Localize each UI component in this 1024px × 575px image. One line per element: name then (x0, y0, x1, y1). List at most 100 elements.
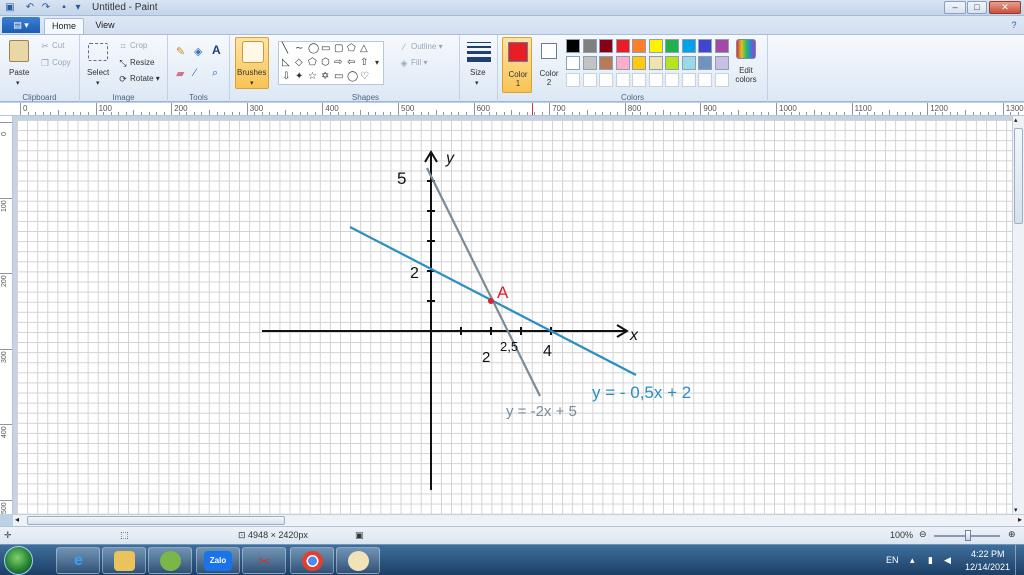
callout-rect-shape-icon[interactable]: ▭ (334, 72, 343, 82)
taskbar-zalo[interactable]: Zalo (196, 547, 240, 574)
diamond-shape-icon[interactable]: ◇ (295, 58, 303, 68)
up-arrow-shape-icon[interactable]: ⇧ (360, 58, 368, 68)
scroll-down-icon[interactable]: ▾ (1014, 506, 1018, 514)
five-point-star-shape-icon[interactable]: ☆ (308, 72, 317, 82)
language-indicator[interactable]: EN (886, 555, 899, 565)
horizontal-scroll-thumb[interactable] (27, 516, 285, 525)
show-desktop-button[interactable] (1015, 545, 1024, 575)
tab-view[interactable]: View (88, 18, 122, 34)
magnifier-icon[interactable]: ⌕ (212, 67, 218, 80)
right-arrow-shape-icon[interactable]: ⇨ (334, 58, 342, 68)
taskbar-chrome[interactable] (290, 547, 334, 574)
palette-swatch[interactable] (698, 56, 712, 70)
close-button[interactable]: ✕ (989, 1, 1021, 14)
brushes-button[interactable]: Brushes ▾ (235, 37, 269, 89)
palette-swatch[interactable] (714, 39, 729, 53)
help-icon[interactable]: ? (1008, 19, 1020, 31)
palette-swatch[interactable] (665, 39, 679, 53)
palette-swatch[interactable] (615, 39, 630, 53)
palette-swatch[interactable] (615, 56, 630, 70)
taskbar-windows-explorer[interactable] (102, 547, 146, 574)
palette-swatch[interactable] (648, 56, 663, 70)
size-lines-icon[interactable] (467, 42, 491, 62)
volume-icon[interactable]: ◀ (944, 555, 951, 566)
edit-colors-button[interactable]: Edit colors (733, 66, 759, 84)
palette-swatch[interactable] (681, 39, 696, 53)
line-shape-icon[interactable]: ╲ (282, 44, 288, 54)
custom-color-slot[interactable] (599, 73, 613, 87)
palette-swatch[interactable] (582, 39, 597, 53)
pencil-icon[interactable]: ✎ (176, 45, 185, 58)
redo-icon[interactable]: ↷ (40, 2, 52, 14)
palette-swatch[interactable] (582, 56, 597, 70)
palette-swatch[interactable] (698, 39, 712, 53)
clock-time[interactable]: 4:22 PM (971, 549, 1005, 559)
color-2-button[interactable]: Color 2 (534, 37, 564, 93)
right-triangle-shape-icon[interactable]: ◺ (282, 58, 290, 68)
shapes-gallery[interactable]: ╲ ∼ ◯ ▭ ▢ ⬠ △ ◺ ◇ ⬠ ⬡ ⇨ ⇦ ⇧ ⇩ ✦ ☆ ✡ ▭ ◯ … (278, 41, 384, 85)
palette-swatch[interactable] (632, 56, 646, 70)
tray-expand-icon[interactable]: ▴ (910, 555, 915, 566)
crop-button[interactable]: ⌗ Crop (118, 41, 147, 51)
six-point-star-shape-icon[interactable]: ✡ (321, 72, 329, 82)
four-point-star-shape-icon[interactable]: ✦ (295, 72, 303, 82)
select-dropdown-icon[interactable]: ▾ (96, 79, 100, 87)
taskbar-snipping-tool[interactable]: ✂ (242, 547, 286, 574)
custom-color-slot[interactable] (632, 73, 646, 87)
select-icon[interactable] (88, 43, 108, 61)
palette-swatch[interactable] (648, 39, 663, 53)
scroll-up-icon[interactable]: ▴ (1014, 116, 1018, 124)
fill-button[interactable]: ◈ Fill ▾ (399, 58, 428, 68)
zoom-out-button[interactable]: ⊖ (919, 529, 927, 540)
paint-menu-button[interactable]: ▤ ▾ (2, 17, 40, 33)
taskbar-greenshot[interactable] (148, 547, 192, 574)
scroll-left-icon[interactable]: ◂ (15, 515, 19, 524)
custom-color-slot[interactable] (698, 73, 712, 87)
palette-swatch[interactable] (632, 39, 646, 53)
paint-app-icon[interactable]: ▣ (4, 2, 16, 14)
undo-icon[interactable]: ↶ (24, 2, 36, 14)
cut-button[interactable]: ✂ Cut (40, 41, 64, 51)
quick-access-dropdown-icon[interactable]: ▾ (72, 2, 84, 14)
zoom-slider-thumb[interactable] (965, 530, 971, 541)
custom-color-slot[interactable] (648, 73, 663, 87)
zoom-in-button[interactable]: ⊕ (1008, 529, 1016, 540)
palette-swatch[interactable] (714, 56, 729, 70)
palette-swatch[interactable] (566, 56, 580, 70)
heart-shape-icon[interactable]: ♡ (360, 72, 369, 82)
custom-color-slot[interactable] (566, 73, 580, 87)
paste-button[interactable]: Paste (9, 68, 29, 77)
custom-color-slot[interactable] (714, 73, 729, 87)
paste-dropdown-icon[interactable]: ▾ (16, 79, 20, 87)
palette-swatch[interactable] (566, 39, 580, 53)
text-tool-icon[interactable]: A (212, 43, 221, 57)
custom-color-slot[interactable] (665, 73, 679, 87)
clock-date[interactable]: 12/14/2021 (965, 562, 1010, 572)
maximize-button[interactable]: □ (967, 1, 987, 14)
custom-color-slot[interactable] (582, 73, 597, 87)
fill-bucket-icon[interactable]: ◈ (194, 45, 202, 58)
vertical-scroll-thumb[interactable] (1014, 128, 1023, 224)
color-1-button[interactable]: Color 1 (502, 37, 532, 93)
network-icon[interactable]: ▮ (928, 555, 933, 566)
hexagon-shape-icon[interactable]: ⬡ (321, 58, 330, 68)
copy-button[interactable]: ❐ Copy (40, 58, 71, 68)
palette-swatch[interactable] (599, 39, 613, 53)
horizontal-scrollbar[interactable]: ◂ ▸ (13, 514, 1024, 526)
oval-shape-icon[interactable]: ◯ (308, 44, 319, 54)
minimize-button[interactable]: – (944, 1, 966, 14)
polygon-shape-icon[interactable]: ⬠ (347, 44, 356, 54)
shapes-scroll-icon[interactable]: ▾ (375, 58, 379, 68)
curve-shape-icon[interactable]: ∼ (295, 44, 303, 54)
save-icon[interactable]: ▪ (58, 2, 70, 14)
palette-swatch[interactable] (665, 56, 679, 70)
edit-colors-icon[interactable] (736, 39, 756, 59)
vertical-scrollbar[interactable]: ▴ ▾ (1012, 116, 1024, 514)
rectangle-shape-icon[interactable]: ▭ (321, 44, 330, 54)
left-arrow-shape-icon[interactable]: ⇦ (347, 58, 355, 68)
outline-button[interactable]: ⁄ Outline ▾ (399, 42, 442, 52)
down-arrow-shape-icon[interactable]: ⇩ (282, 72, 290, 82)
tab-home[interactable]: Home (44, 18, 84, 34)
color-picker-icon[interactable]: ⁄ (194, 67, 196, 79)
size-dropdown-icon[interactable]: ▾ (475, 79, 479, 87)
